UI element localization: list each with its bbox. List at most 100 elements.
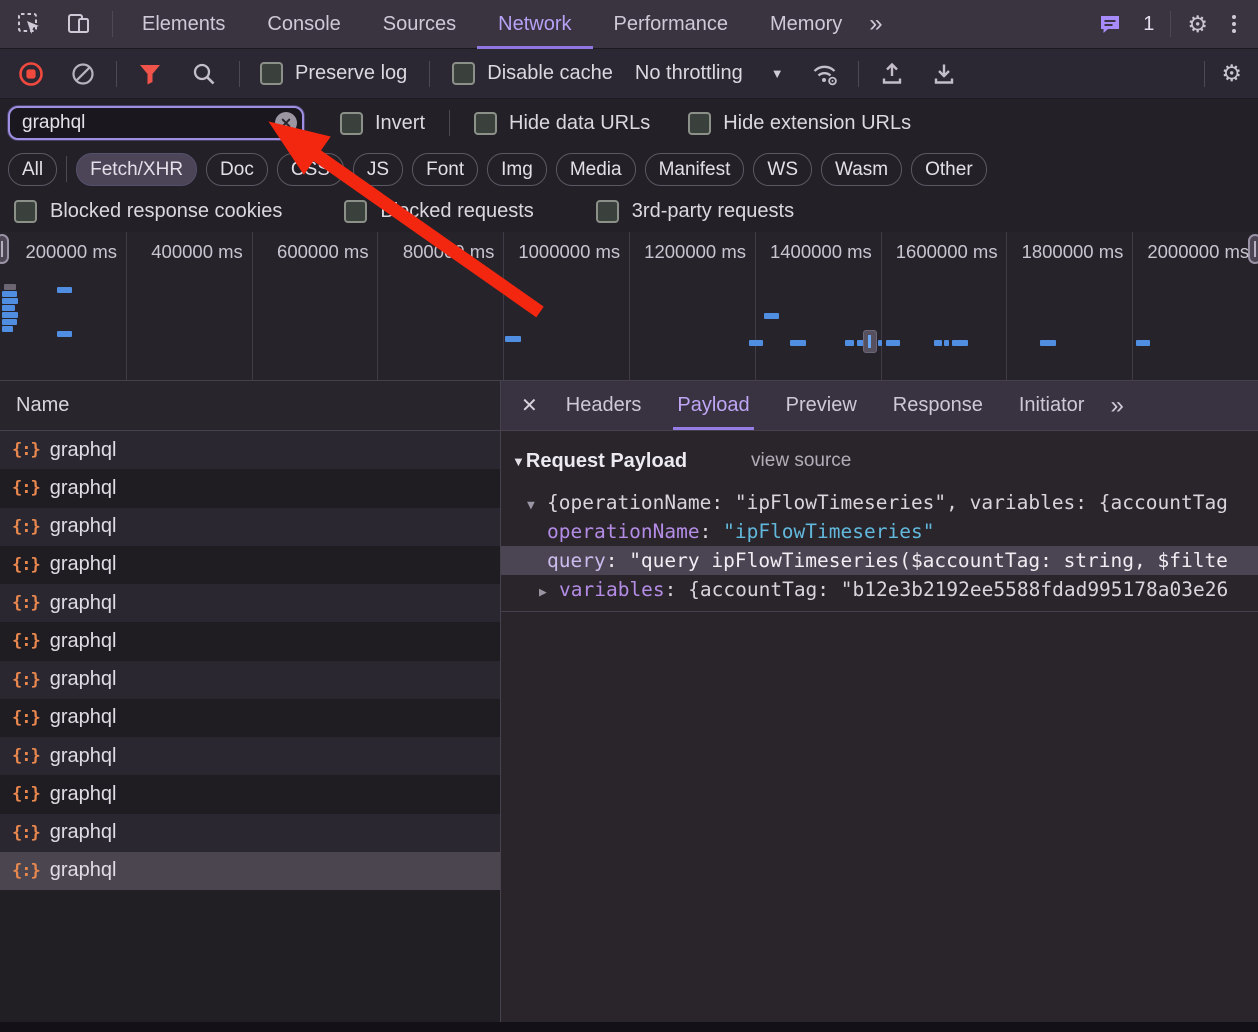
request-row[interactable]: {:}graphql xyxy=(0,661,500,699)
issues-message-icon[interactable] xyxy=(1093,7,1127,41)
filter-input[interactable] xyxy=(8,106,304,140)
request-row[interactable]: {:}graphql xyxy=(0,508,500,546)
tab-sources[interactable]: Sources xyxy=(362,0,477,49)
request-row[interactable]: {:}graphql xyxy=(0,699,500,737)
hide-extension-urls-checkbox[interactable] xyxy=(688,112,711,135)
request-name: graphql xyxy=(50,706,117,729)
fetch-xhr-icon: {:} xyxy=(12,478,40,498)
tab-network[interactable]: Network xyxy=(477,0,592,49)
blocked-response-cookies-checkbox[interactable] xyxy=(14,200,37,223)
details-tab-preview[interactable]: Preview xyxy=(782,382,861,430)
record-network-log-button[interactable] xyxy=(16,59,46,89)
devtools-tabbar: ElementsConsoleSourcesNetworkPerformance… xyxy=(0,0,1258,49)
panel-tabs: ElementsConsoleSourcesNetworkPerformance… xyxy=(121,0,863,49)
chip-doc[interactable]: Doc xyxy=(206,153,268,186)
request-row[interactable]: {:}graphql xyxy=(0,737,500,775)
chip-media[interactable]: Media xyxy=(556,153,636,186)
ruler-tick-label: 1600000 ms xyxy=(881,241,998,263)
network-conditions-icon[interactable] xyxy=(810,59,840,89)
network-main-area: Name {:}graphql{:}graphql{:}graphql{:}gr… xyxy=(0,381,1258,1032)
tab-console[interactable]: Console xyxy=(246,0,361,49)
request-row[interactable]: {:} graphql xyxy=(0,431,500,469)
search-icon[interactable] xyxy=(189,59,219,89)
device-toolbar-icon[interactable] xyxy=(62,7,96,41)
more-tabs-icon[interactable]: » xyxy=(869,0,882,48)
overview-request-bar xyxy=(2,291,17,297)
resource-type-filter-row: All Fetch/XHR Doc CSS JS Font Img Media Manifest… xyxy=(0,147,1258,191)
clear-filter-icon[interactable]: ✕ xyxy=(275,112,297,134)
throttling-caret-icon[interactable]: ▼ xyxy=(771,66,784,81)
request-row[interactable]: {:}graphql xyxy=(0,584,500,622)
divider xyxy=(858,61,859,87)
request-name: graphql xyxy=(50,553,117,576)
overview-request-bar xyxy=(57,287,72,293)
hide-data-urls-checkbox[interactable] xyxy=(474,112,497,135)
chip-wasm[interactable]: Wasm xyxy=(821,153,902,186)
disable-cache-checkbox[interactable] xyxy=(452,62,475,85)
overview-request-bar xyxy=(57,331,72,337)
chip-ws[interactable]: WS xyxy=(753,153,812,186)
payload-prop-row[interactable]: operationName: "ipFlowTimeseries" xyxy=(501,517,1258,546)
request-row[interactable]: {:}graphql xyxy=(0,469,500,507)
import-har-icon[interactable] xyxy=(877,59,907,89)
chip-fetch-xhr[interactable]: Fetch/XHR xyxy=(76,153,197,186)
disclosure-closed-icon[interactable]: ▶ xyxy=(539,578,559,607)
kebab-menu-icon[interactable] xyxy=(1224,11,1244,37)
details-tab-headers[interactable]: Headers xyxy=(562,382,646,430)
clear-network-log-button[interactable] xyxy=(68,59,98,89)
section-disclosure-icon[interactable]: ▼ xyxy=(512,454,525,469)
payload-root-row[interactable]: ▼{operationName: "ipFlowTimeseries", var… xyxy=(501,488,1258,517)
name-column-header[interactable]: Name xyxy=(0,381,500,431)
disclosure-open-icon[interactable]: ▼ xyxy=(527,491,547,520)
payload-prop-row[interactable]: ▶variables: {accountTag: "b12e3b2192ee55… xyxy=(501,575,1258,604)
divider xyxy=(1170,11,1171,37)
divider xyxy=(449,110,450,136)
tab-memory[interactable]: Memory xyxy=(749,0,863,49)
preserve-log-checkbox[interactable] xyxy=(260,62,283,85)
details-tab-response[interactable]: Response xyxy=(889,382,987,430)
requests-panel: Name {:}graphql{:}graphql{:}graphql{:}gr… xyxy=(0,381,501,1032)
ruler-tick-label: 800000 ms xyxy=(377,241,494,263)
tab-performance[interactable]: Performance xyxy=(593,0,750,49)
third-party-requests-checkbox[interactable] xyxy=(596,200,619,223)
invert-checkbox[interactable] xyxy=(340,112,363,135)
chip-img[interactable]: Img xyxy=(487,153,547,186)
settings-gear-icon[interactable]: ⚙ xyxy=(1187,13,1208,36)
throttling-select[interactable]: No throttling xyxy=(635,62,743,85)
view-source-link[interactable]: view source xyxy=(751,450,851,472)
divider xyxy=(66,156,67,182)
ruler-tick-label: 2000000 ms xyxy=(1132,241,1249,263)
request-row[interactable]: {:}graphql xyxy=(0,814,500,852)
chip-other[interactable]: Other xyxy=(911,153,987,186)
overview-request-bar xyxy=(2,312,18,318)
close-details-icon[interactable]: ✕ xyxy=(521,393,538,418)
inspect-element-icon[interactable] xyxy=(12,7,46,41)
overview-right-handle[interactable] xyxy=(1248,234,1258,264)
request-row[interactable]: {:}graphql xyxy=(0,622,500,660)
fetch-xhr-icon: {:} xyxy=(12,823,40,843)
details-tab-payload[interactable]: Payload xyxy=(673,382,753,430)
blocked-response-cookies-label: Blocked response cookies xyxy=(50,200,282,223)
chip-font[interactable]: Font xyxy=(412,153,478,186)
request-row[interactable]: {:}graphql xyxy=(0,775,500,813)
filter-funnel-icon[interactable] xyxy=(135,59,165,89)
chip-manifest[interactable]: Manifest xyxy=(645,153,745,186)
chip-css[interactable]: CSS xyxy=(277,153,344,186)
timeline-overview[interactable]: 200000 ms400000 ms600000 ms800000 ms1000… xyxy=(0,232,1258,381)
request-details-panel: ✕ Headers Payload Preview Response Initiator… xyxy=(501,381,1258,1032)
details-more-tabs-icon[interactable]: » xyxy=(1110,392,1123,420)
divider xyxy=(1204,61,1205,87)
request-row[interactable]: {:}graphql xyxy=(0,852,500,890)
fetch-xhr-icon: {:} xyxy=(12,440,40,460)
issues-count[interactable]: 1 xyxy=(1143,13,1154,36)
chip-js[interactable]: JS xyxy=(353,153,403,186)
details-tab-initiator[interactable]: Initiator xyxy=(1015,382,1089,430)
blocked-requests-checkbox[interactable] xyxy=(344,200,367,223)
chip-all[interactable]: All xyxy=(8,153,57,186)
request-name: graphql xyxy=(50,439,117,462)
export-har-icon[interactable] xyxy=(929,59,959,89)
network-settings-gear-icon[interactable]: ⚙ xyxy=(1221,62,1242,85)
payload-prop-row-selected[interactable]: query: "query ipFlowTimeseries($accountT… xyxy=(501,546,1258,575)
request-row[interactable]: {:}graphql xyxy=(0,546,500,584)
tab-elements[interactable]: Elements xyxy=(121,0,246,49)
